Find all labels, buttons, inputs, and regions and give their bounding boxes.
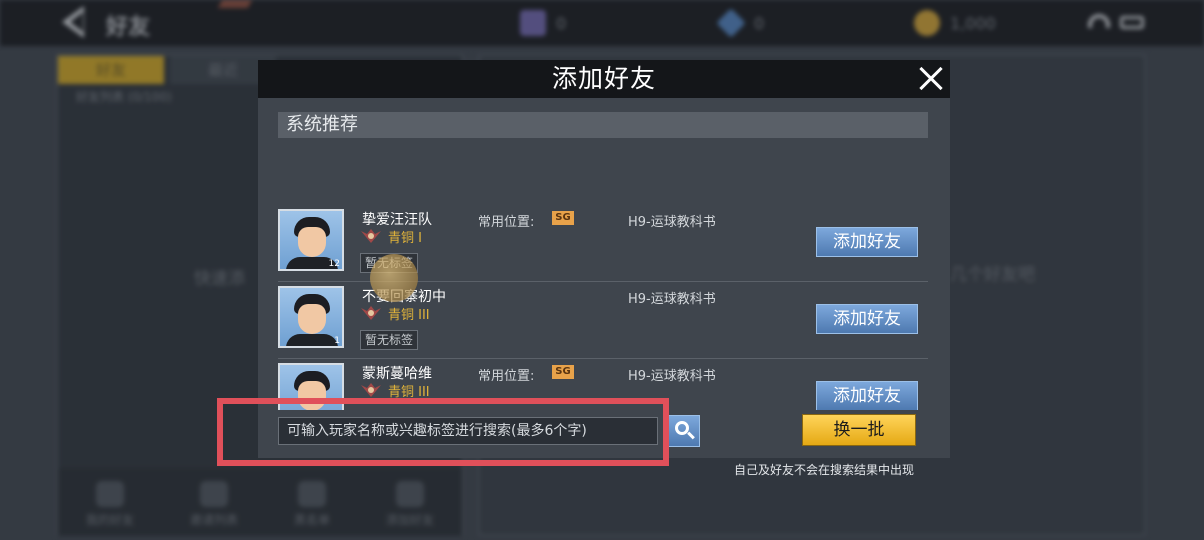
position-label: 常用位置: <box>478 215 535 230</box>
position-badge: SG <box>552 211 574 225</box>
basketball-cursor-icon <box>370 254 418 302</box>
rank-label: 青铜 III <box>388 384 430 400</box>
player-skill: H9-运球教科书 <box>628 215 716 230</box>
search-note: 自己及好友不会在搜索结果中出现 <box>734 463 915 477</box>
section-header: 系统推荐 <box>278 112 928 138</box>
list-item: 蒙斯蔓哈维 青铜 III 常用位置: SG H9-运球教科书 添加好友 <box>278 359 928 410</box>
avatar[interactable] <box>278 363 344 410</box>
player-skill: H9-运球教科书 <box>628 292 716 307</box>
search-button[interactable] <box>668 415 700 447</box>
add-friend-button[interactable]: 添加好友 <box>816 227 918 257</box>
add-friend-dialog: 添加好友 系统推荐 12 挚爱汪汪队 青铜 I 暂无标签 常用位置: SG H9… <box>258 60 950 458</box>
avatar[interactable]: 1 <box>278 286 344 348</box>
rank: 青铜 III <box>360 381 430 400</box>
jersey-number: 1 <box>334 336 340 346</box>
bronze-rank-icon <box>361 383 381 397</box>
bronze-rank-icon <box>361 306 381 320</box>
section-label: 系统推荐 <box>286 114 358 135</box>
player-skill: H9-运球教科书 <box>628 369 716 384</box>
rank-label: 青铜 I <box>388 230 422 246</box>
rank: 青铜 III <box>360 304 430 323</box>
position-badge: SG <box>552 365 574 379</box>
bronze-rank-icon <box>361 229 381 243</box>
dialog-header: 添加好友 <box>258 60 950 98</box>
add-friend-button[interactable]: 添加好友 <box>816 381 918 410</box>
refresh-button[interactable]: 换一批 <box>802 414 916 446</box>
interest-tag: 暂无标签 <box>360 330 419 350</box>
close-icon[interactable] <box>918 66 944 92</box>
search-input[interactable]: 可输入玩家名称或兴趣标签进行搜索(最多6个字) <box>278 417 658 445</box>
position-label: 常用位置: <box>478 369 535 384</box>
add-friend-button[interactable]: 添加好友 <box>816 304 918 334</box>
rank-label: 青铜 III <box>388 307 430 323</box>
jersey-number: 12 <box>328 259 340 269</box>
recommendation-list: 12 挚爱汪汪队 青铜 I 暂无标签 常用位置: SG H9-运球教科书 添加好… <box>278 205 928 410</box>
avatar[interactable]: 12 <box>278 209 344 271</box>
rank: 青铜 I <box>360 227 422 246</box>
dialog-title: 添加好友 <box>551 64 656 93</box>
